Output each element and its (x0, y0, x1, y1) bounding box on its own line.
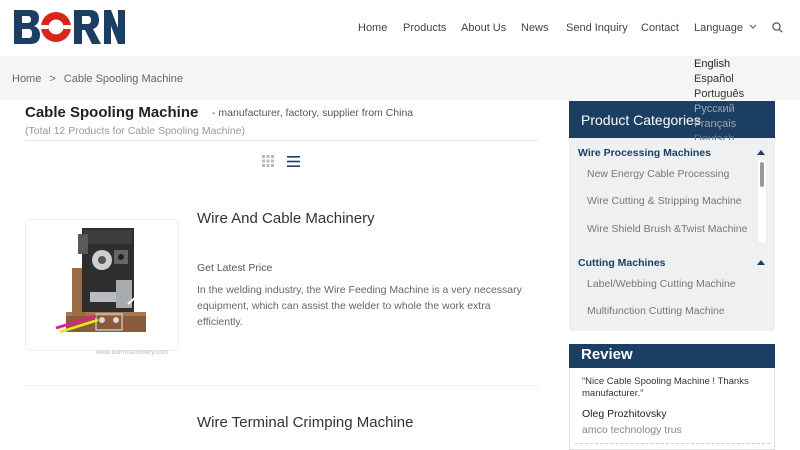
search-icon[interactable] (772, 22, 783, 33)
language-option[interactable]: Español (694, 72, 744, 87)
reviewer-company: amco technology trus (582, 424, 682, 436)
collapse-arrow-icon[interactable] (757, 150, 765, 155)
nav-send-inquiry[interactable]: Send Inquiry (566, 22, 628, 34)
product-description: In the welding industry, the Wire Feedin… (197, 284, 522, 328)
product-image[interactable] (25, 219, 179, 351)
reviewer-name: Oleg Prozhitovsky (582, 408, 667, 420)
review-title: Review (581, 346, 633, 363)
page-title: Cable Spooling Machine (25, 104, 199, 121)
nav-contact[interactable]: Contact (641, 22, 679, 34)
breadcrumb-separator: > (49, 73, 56, 85)
get-latest-price-link[interactable]: Get Latest Price (197, 262, 272, 274)
product-count: (Total 12 Products for Cable Spooling Ma… (25, 125, 246, 137)
page-subtitle: - manufacturer, factory, supplier from C… (212, 107, 414, 119)
category-group-cutting[interactable]: Cutting Machines (578, 257, 666, 269)
language-label: Language (694, 22, 743, 34)
divider (25, 385, 538, 386)
born-logo-graphic (14, 10, 125, 44)
chevron-down-icon (749, 24, 757, 29)
nav-products[interactable]: Products (403, 22, 446, 34)
brand-logo[interactable] (12, 8, 126, 46)
product-title[interactable]: Wire And Cable Machinery (197, 210, 375, 227)
categories-title: Product Categories (581, 112, 701, 128)
review-quote: “Nice Cable Spooling Machine ! Thanks ma… (582, 376, 749, 399)
nav-about-us[interactable]: About Us (461, 22, 506, 34)
language-dropdown: English Español Português Русский França… (694, 57, 744, 140)
review-divider (575, 443, 770, 444)
language-option[interactable]: English (694, 57, 744, 72)
category-item[interactable]: Multifunction Cutting Machine (587, 305, 725, 317)
category-item[interactable]: Wire Cutting & Stripping Machine (587, 195, 742, 207)
image-watermark: www.bornmachinery.com (96, 349, 169, 356)
language-option[interactable]: Français (694, 117, 744, 132)
breadcrumb: Home > Cable Spooling Machine (12, 73, 183, 85)
nav-news[interactable]: News (521, 22, 549, 34)
language-option[interactable]: Português (694, 87, 744, 102)
category-item[interactable]: Label/Webbing Cutting Machine (587, 278, 736, 290)
divider (25, 140, 538, 141)
breadcrumb-current[interactable]: Cable Spooling Machine (64, 73, 183, 85)
collapse-arrow-icon[interactable] (757, 260, 765, 265)
nav-home[interactable]: Home (358, 22, 387, 34)
breadcrumb-home[interactable]: Home (12, 73, 41, 85)
language-option[interactable]: Русский (694, 102, 744, 117)
review-header: Review (569, 344, 775, 368)
category-group-wire-processing[interactable]: Wire Processing Machines (578, 147, 711, 159)
wire-feeding-machine-illustration (55, 228, 146, 334)
language-option[interactable]: Deutsch (694, 132, 744, 140)
list-view-icon[interactable] (287, 156, 300, 167)
category-item[interactable]: Wire Shield Brush &Twist Machine (587, 223, 747, 235)
category-item[interactable]: New Energy Cable Processing (587, 168, 729, 180)
product-title[interactable]: Wire Terminal Crimping Machine (197, 414, 413, 431)
nav-language[interactable]: Language (694, 22, 757, 34)
grid-view-icon[interactable] (262, 155, 274, 167)
scrollbar-thumb[interactable] (760, 162, 764, 187)
